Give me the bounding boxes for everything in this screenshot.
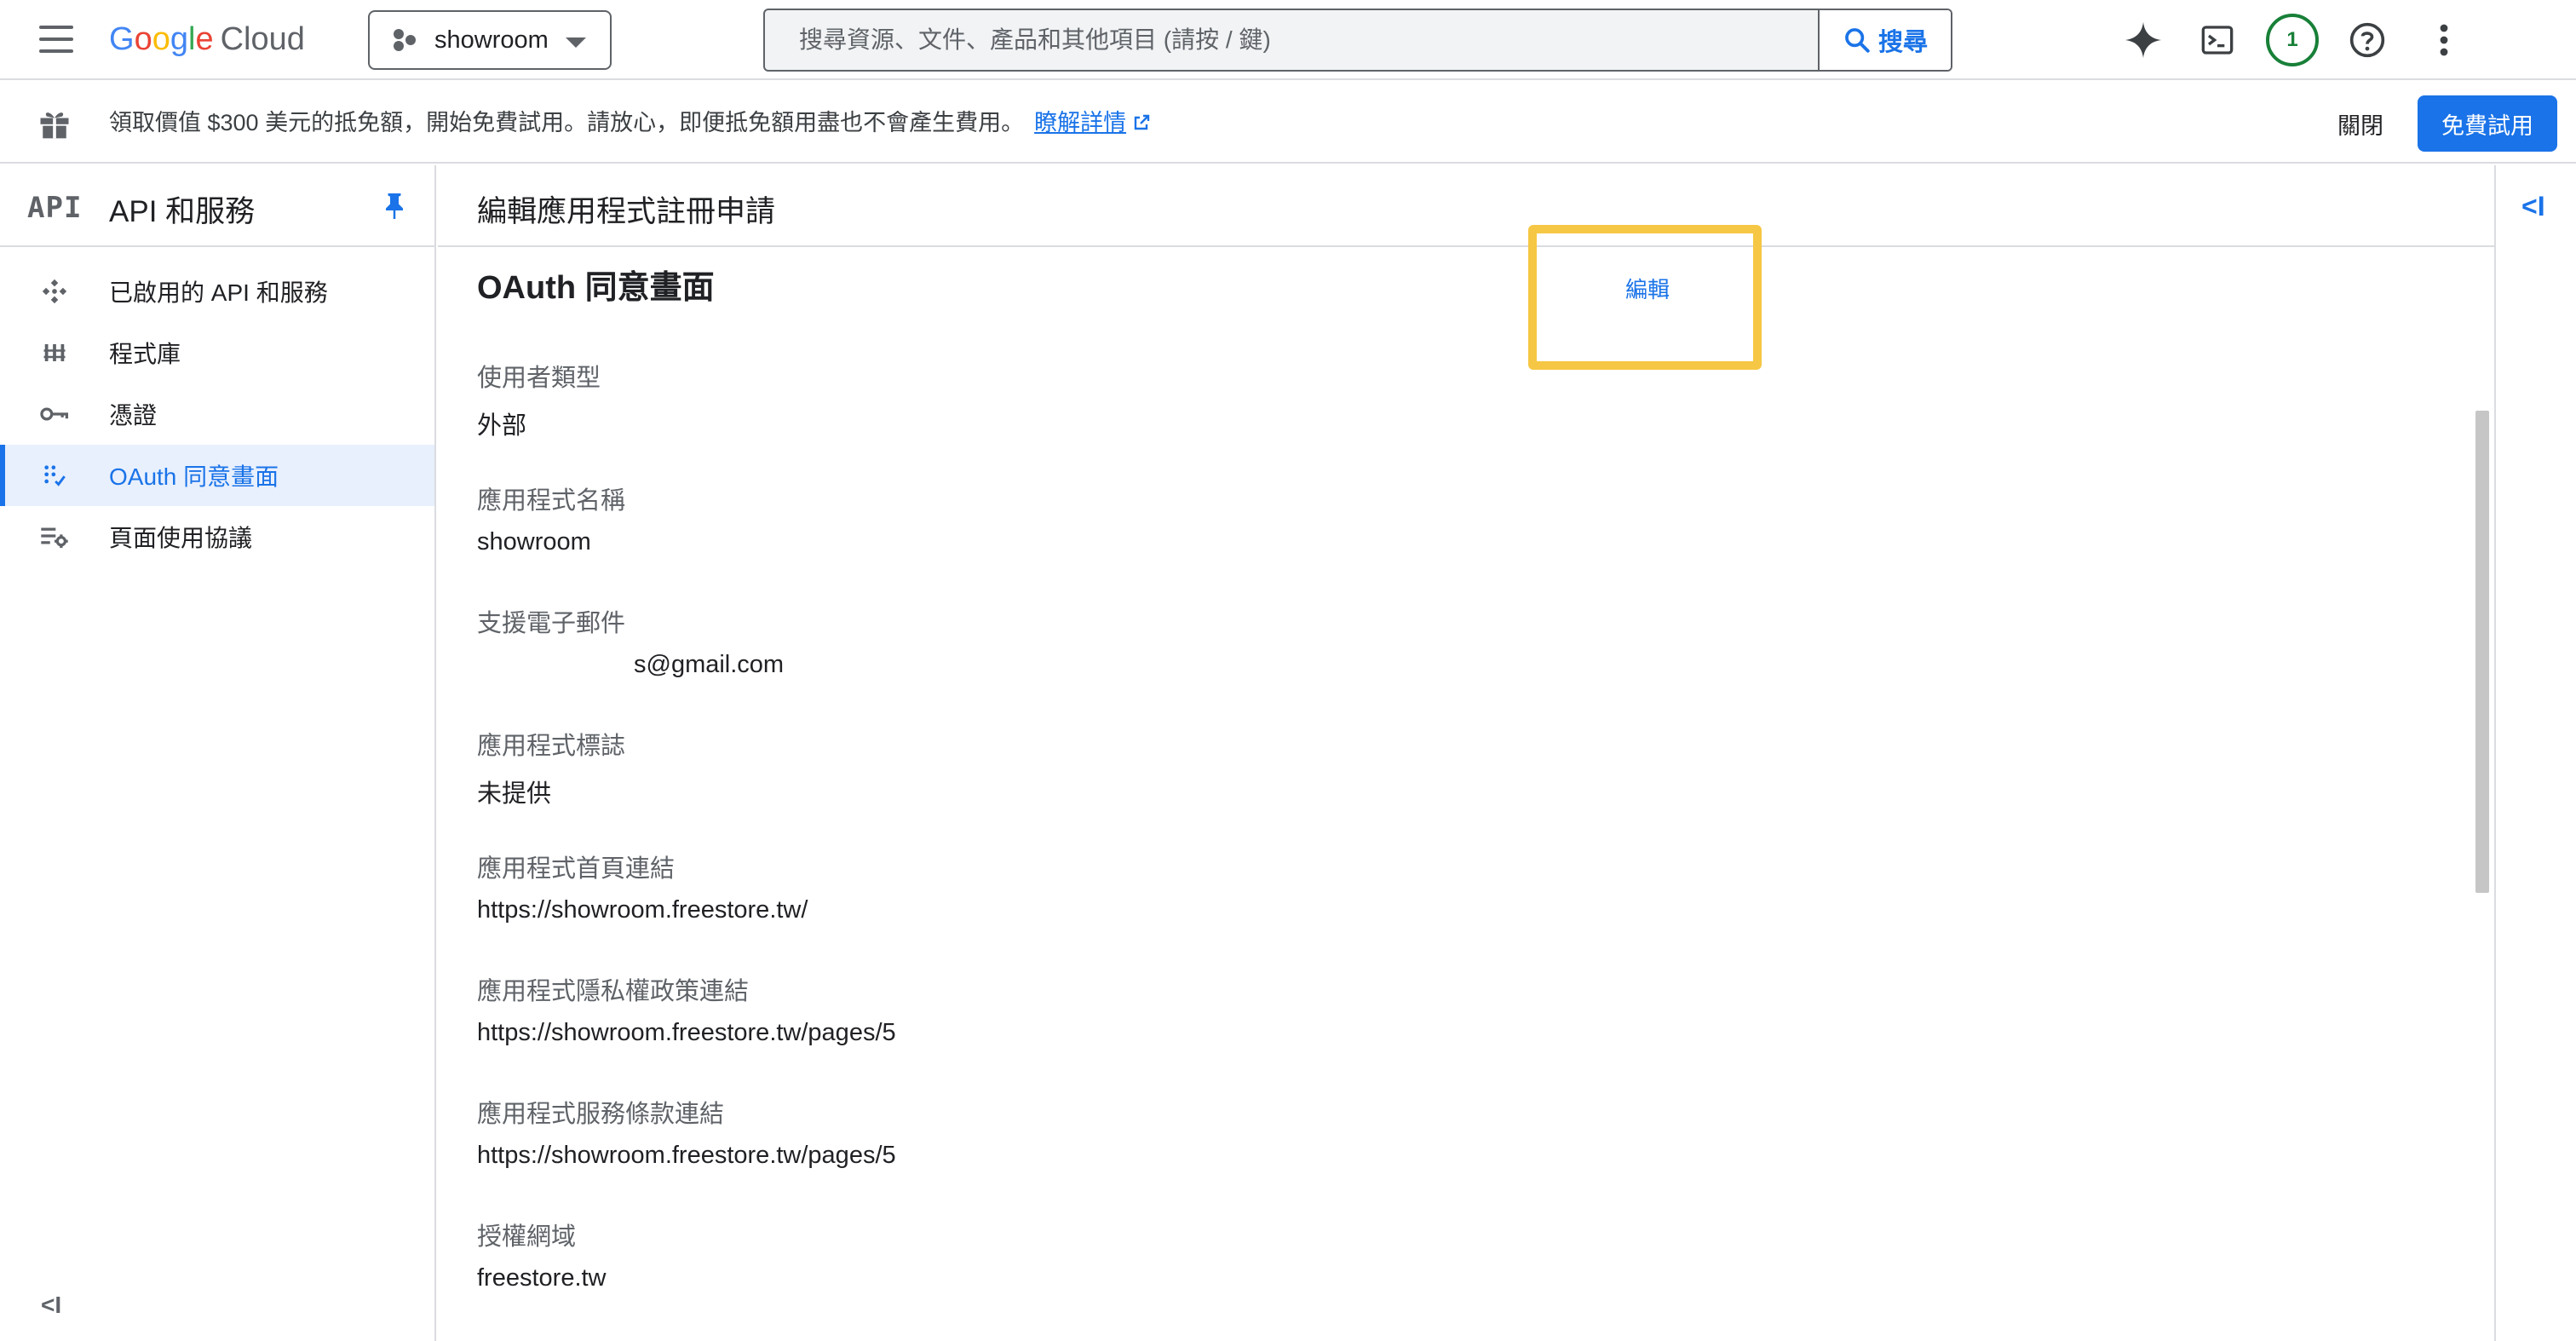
sidebar-header: API API 和服務: [0, 165, 434, 247]
search-button-label: 搜尋: [1877, 29, 1928, 56]
search-icon: [1845, 28, 1870, 53]
sidebar: API API 和服務 已啟用的 API 和服務 程式庫 憑證 OAuth 同意…: [0, 165, 436, 1341]
search-bar: 搜尋: [763, 9, 1952, 72]
right-panel-rail: <I: [2494, 165, 2576, 1341]
project-hub-icon: [392, 27, 417, 53]
scrollbar[interactable]: [2475, 411, 2489, 893]
learn-more-link[interactable]: 瞭解詳情: [1034, 110, 1126, 135]
banner-message-row: 領取價值 $300 美元的抵免額，開始免費試用。請放心，即便抵免額用盡也不會產生…: [109, 107, 1152, 138]
logo-letter: o: [152, 21, 170, 57]
pin-icon[interactable]: [382, 191, 407, 222]
field-label-user-type: 使用者類型: [477, 365, 601, 392]
field-value-homepage: https://showroom.freestore.tw/: [477, 896, 808, 924]
field-value-support-email: s@gmail.com: [477, 651, 784, 679]
page-agreement-icon: [37, 520, 72, 554]
sidebar-item-label: 頁面使用協議: [109, 525, 253, 551]
oauth-consent-icon: [37, 458, 72, 492]
support-email-text: s@gmail.com: [634, 651, 785, 678]
top-app-bar: GoogleCloud showroom 搜尋 1: [0, 0, 2576, 80]
page-title: 編輯應用程式註冊申請: [477, 195, 776, 228]
api-logo-icon: API: [27, 191, 83, 225]
edit-button[interactable]: 編輯: [1625, 273, 1670, 304]
chevron-down-icon: [566, 37, 586, 48]
field-label-app-name: 應用程式名稱: [477, 487, 626, 515]
field-value-user-type: 外部: [477, 412, 527, 440]
sidebar-item-label: OAuth 同意畫面: [109, 463, 279, 490]
banner-message: 領取價值 $300 美元的抵免額，開始免費試用。請放心，即便抵免額用盡也不會產生…: [109, 110, 1025, 135]
search-input[interactable]: [765, 10, 1821, 70]
gemini-sparkle-icon[interactable]: [2120, 17, 2166, 63]
menu-icon[interactable]: [39, 26, 73, 53]
external-link-icon: [1134, 114, 1150, 130]
logo-letter: o: [134, 21, 152, 57]
notification-badge[interactable]: 1: [2266, 14, 2319, 66]
sidebar-item-page-agreement[interactable]: 頁面使用協議: [0, 506, 434, 567]
sidebar-item-credentials[interactable]: 憑證: [0, 383, 434, 445]
sidebar-item-label: 已啟用的 API 和服務: [109, 279, 328, 306]
sidebar-item-library[interactable]: 程式庫: [0, 322, 434, 383]
logo-letter: e: [195, 21, 214, 57]
google-cloud-logo[interactable]: Google Cloud: [109, 17, 305, 61]
logo-cloud-text: Cloud: [220, 21, 305, 57]
sidebar-item-enabled-apis[interactable]: 已啟用的 API 和服務: [0, 261, 434, 322]
collapse-sidebar-button[interactable]: <I: [41, 1292, 61, 1319]
help-icon[interactable]: [2344, 17, 2390, 63]
search-button[interactable]: 搜尋: [1818, 10, 1951, 70]
project-name: showroom: [434, 26, 549, 54]
field-value-terms-of-service: https://showroom.freestore.tw/pages/5: [477, 1142, 896, 1169]
field-label-privacy-policy: 應用程式隱私權政策連結: [477, 978, 750, 1005]
dismiss-banner-button[interactable]: 關閉: [2337, 107, 2383, 141]
cloud-shell-icon[interactable]: [2194, 17, 2240, 63]
sidebar-item-label: 憑證: [109, 402, 158, 429]
logo-letter: G: [109, 21, 135, 57]
sidebar-title: API 和服務: [109, 195, 256, 228]
field-value-app-logo: 未提供: [477, 780, 552, 808]
free-trial-button[interactable]: 免費試用: [2418, 95, 2557, 152]
field-label-authorized-domain: 授權網域: [477, 1223, 577, 1251]
field-value-privacy-policy: https://showroom.freestore.tw/pages/5: [477, 1019, 896, 1046]
sidebar-item-label: 程式庫: [109, 341, 181, 367]
field-label-app-logo: 應用程式標誌: [477, 733, 626, 760]
main-header: 編輯應用程式註冊申請: [438, 165, 2494, 247]
key-icon: [37, 397, 72, 431]
field-label-support-email: 支援電子郵件: [477, 610, 626, 637]
api-services-icon: [37, 274, 72, 308]
field-value-authorized-domain: freestore.tw: [477, 1264, 607, 1292]
field-value-app-name: showroom: [477, 528, 591, 555]
project-picker-button[interactable]: showroom: [368, 10, 612, 70]
library-icon: [37, 336, 72, 370]
field-label-homepage: 應用程式首頁連結: [477, 855, 676, 883]
sidebar-item-oauth-consent[interactable]: OAuth 同意畫面: [0, 445, 434, 506]
more-vert-icon[interactable]: [2421, 17, 2467, 63]
section-title: OAuth 同意畫面: [477, 270, 715, 306]
free-trial-banner: 領取價值 $300 美元的抵免額，開始免費試用。請放心，即便抵免額用盡也不會產生…: [0, 82, 2576, 164]
logo-letter: g: [170, 21, 188, 57]
expand-right-panel-button[interactable]: <I: [2521, 191, 2545, 222]
field-label-terms-of-service: 應用程式服務條款連結: [477, 1101, 725, 1128]
gift-icon: [40, 112, 69, 139]
